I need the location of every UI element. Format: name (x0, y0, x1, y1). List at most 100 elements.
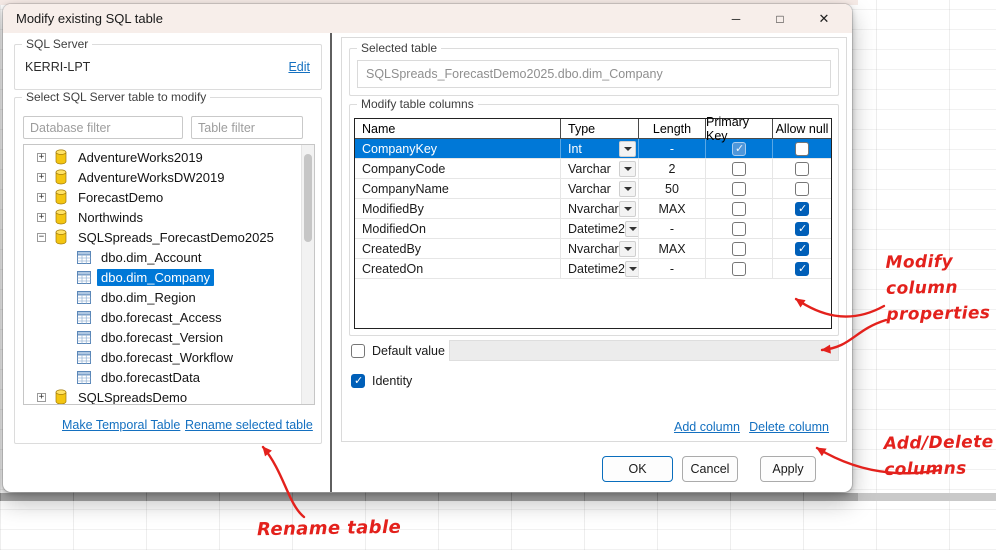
tree-item-label[interactable]: dbo.forecast_Version (97, 329, 227, 346)
tree-item[interactable]: dbo.forecast_Version (24, 327, 300, 347)
tree-item-label[interactable]: ForecastDemo (74, 189, 167, 206)
tree-item[interactable]: dbo.forecast_Workflow (24, 347, 300, 367)
type-dropdown-icon[interactable] (619, 200, 636, 217)
column-length-cell[interactable]: - (639, 139, 706, 158)
primary-key-checkbox[interactable] (732, 201, 746, 216)
tree-scrollbar-thumb[interactable] (304, 154, 312, 242)
collapse-icon[interactable]: − (37, 232, 46, 242)
tree-item[interactable]: dbo.dim_Account (24, 247, 300, 267)
tree-item[interactable]: dbo.forecastData (24, 367, 300, 387)
identity-checkbox[interactable] (351, 374, 365, 388)
allow-null-checkbox[interactable] (795, 181, 809, 196)
primary-key-checkbox[interactable] (732, 221, 746, 236)
primary-key-checkbox[interactable] (732, 261, 746, 276)
tree-item-label[interactable]: dbo.forecastData (97, 369, 204, 386)
tree-item-label[interactable]: dbo.dim_Region (97, 289, 200, 306)
column-type-cell[interactable]: Nvarchar (561, 239, 639, 258)
tree-item[interactable]: dbo.dim_Company (24, 267, 300, 287)
primary-key-checkbox[interactable] (732, 241, 746, 256)
rename-selected-table-link[interactable]: Rename selected table (185, 418, 313, 432)
type-dropdown-icon[interactable] (619, 240, 636, 257)
tree-item[interactable]: − SQLSpreads_ForecastDemo2025 (24, 227, 300, 247)
tree-item-label[interactable]: Northwinds (74, 209, 147, 226)
type-dropdown-icon[interactable] (624, 260, 638, 277)
column-row[interactable]: ModifiedBy Nvarchar MAX (355, 199, 831, 219)
tree-item-label[interactable]: dbo.dim_Company (97, 268, 215, 286)
expand-icon[interactable]: + (37, 212, 46, 222)
tree-rows: + AdventureWorks2019 + AdventureWorksDW2019… (24, 147, 300, 405)
column-type-cell[interactable]: Varchar (561, 159, 639, 178)
tree-item[interactable]: dbo.forecast_Access (24, 307, 300, 327)
tree-item-label[interactable]: dbo.forecast_Workflow (97, 349, 237, 366)
column-name-cell[interactable]: CompanyKey (355, 139, 561, 158)
allow-null-checkbox[interactable] (795, 261, 809, 276)
maximize-icon[interactable]: □ (758, 4, 802, 33)
tree-item-label[interactable]: SQLSpreads_ForecastDemo2025 (74, 229, 278, 246)
column-type-cell[interactable]: Datetime2 (561, 259, 639, 278)
column-row[interactable]: CreatedOn Datetime2- (355, 259, 831, 279)
tree-item[interactable]: + ForecastDemo (24, 187, 300, 207)
column-name-cell[interactable]: ModifiedOn (355, 219, 561, 238)
tree-item[interactable]: dbo.dim_Region (24, 287, 300, 307)
column-type-cell[interactable]: Nvarchar (561, 199, 639, 218)
column-length-cell[interactable]: 2 (639, 159, 706, 178)
allow-null-checkbox[interactable] (795, 201, 809, 216)
table-filter-input[interactable] (191, 116, 303, 139)
tree-item-label[interactable]: SQLSpreadsDemo (74, 389, 191, 405)
column-length-cell[interactable]: MAX (639, 239, 706, 258)
add-column-link[interactable]: Add column (674, 420, 740, 434)
tree-item[interactable]: + Northwinds (24, 207, 300, 227)
column-name-cell[interactable]: CompanyCode (355, 159, 561, 178)
allow-null-checkbox[interactable] (795, 141, 809, 156)
type-dropdown-icon[interactable] (619, 140, 636, 157)
allow-null-checkbox[interactable] (795, 241, 809, 256)
expand-icon[interactable]: + (37, 152, 46, 162)
tree-item-label[interactable]: AdventureWorks2019 (74, 149, 207, 166)
column-row[interactable]: CompanyName Varchar 50 (355, 179, 831, 199)
minimize-icon[interactable]: ─ (714, 4, 758, 33)
column-length-cell[interactable]: - (639, 259, 706, 278)
allow-null-checkbox[interactable] (795, 221, 809, 236)
close-icon[interactable]: ✕ (802, 4, 846, 33)
apply-button[interactable]: Apply (760, 456, 816, 482)
column-type-cell[interactable]: Varchar (561, 179, 639, 198)
ok-button[interactable]: OK (602, 456, 673, 482)
tree-item-label[interactable]: dbo.dim_Account (97, 249, 205, 266)
type-dropdown-icon[interactable] (619, 160, 636, 177)
column-name-cell[interactable]: CompanyName (355, 179, 561, 198)
primary-key-checkbox[interactable] (732, 141, 746, 156)
primary-key-checkbox[interactable] (732, 161, 746, 176)
cancel-button[interactable]: Cancel (682, 456, 738, 482)
make-temporal-table-link[interactable]: Make Temporal Table (62, 418, 180, 432)
column-type-cell[interactable]: Datetime2 (561, 219, 639, 238)
expand-icon[interactable]: + (37, 392, 46, 402)
column-row[interactable]: ModifiedOn Datetime2- (355, 219, 831, 239)
column-name-cell[interactable]: CreatedOn (355, 259, 561, 278)
default-value-checkbox[interactable] (351, 344, 365, 358)
tree-item-label[interactable]: AdventureWorksDW2019 (74, 169, 228, 186)
primary-key-checkbox[interactable] (732, 181, 746, 196)
database-filter-input[interactable] (23, 116, 183, 139)
edit-server-link[interactable]: Edit (288, 60, 310, 74)
expand-icon[interactable]: + (37, 192, 46, 202)
default-value-field[interactable] (449, 340, 839, 361)
column-length-cell[interactable]: 50 (639, 179, 706, 198)
column-name-cell[interactable]: CreatedBy (355, 239, 561, 258)
tree-scrollbar[interactable] (301, 145, 314, 404)
column-name-cell[interactable]: ModifiedBy (355, 199, 561, 218)
column-row[interactable]: CompanyKey Int - (355, 139, 831, 159)
allow-null-checkbox[interactable] (795, 161, 809, 176)
type-dropdown-icon[interactable] (624, 220, 638, 237)
tree-item[interactable]: + SQLSpreadsDemo (24, 387, 300, 405)
column-length-cell[interactable]: - (639, 219, 706, 238)
column-length-cell[interactable]: MAX (639, 199, 706, 218)
column-row[interactable]: CreatedBy Nvarchar MAX (355, 239, 831, 259)
tree-item-label[interactable]: dbo.forecast_Access (97, 309, 226, 326)
tree-item[interactable]: + AdventureWorksDW2019 (24, 167, 300, 187)
tree-item[interactable]: + AdventureWorks2019 (24, 147, 300, 167)
delete-column-link[interactable]: Delete column (749, 420, 829, 434)
column-type-cell[interactable]: Int (561, 139, 639, 158)
type-dropdown-icon[interactable] (619, 180, 636, 197)
column-row[interactable]: CompanyCode Varchar 2 (355, 159, 831, 179)
expand-icon[interactable]: + (37, 172, 46, 182)
